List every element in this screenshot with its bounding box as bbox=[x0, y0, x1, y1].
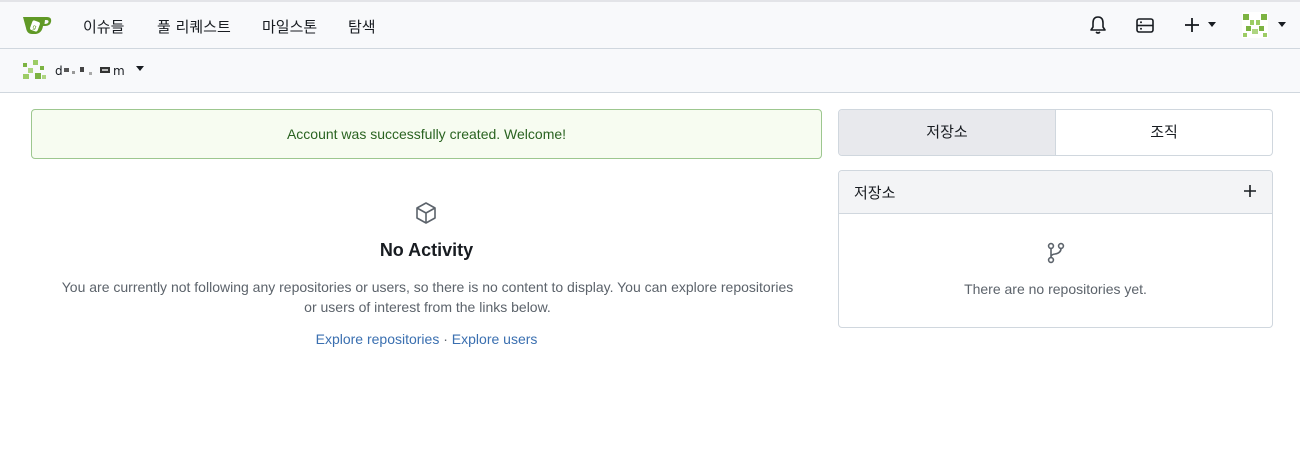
repository-box-title: 저장소 bbox=[854, 184, 896, 202]
empty-description: You are currently not following any repo… bbox=[61, 279, 794, 315]
link-separator: · bbox=[443, 331, 448, 347]
avatar[interactable] bbox=[1242, 12, 1268, 38]
server-icon[interactable] bbox=[1134, 14, 1156, 36]
user-name-obscured[interactable]: d m bbox=[55, 63, 127, 79]
repository-box-header: 저장소 bbox=[839, 171, 1272, 214]
gitea-logo-icon[interactable]: g bbox=[21, 13, 53, 37]
top-nav: g 이슈들 풀 리퀘스트 마일스톤 탐색 bbox=[0, 0, 1300, 49]
add-repository-icon[interactable] bbox=[1242, 183, 1258, 199]
svg-text:d: d bbox=[55, 64, 63, 78]
tab-organizations[interactable]: 조직 bbox=[1056, 110, 1272, 155]
explore-links: Explore repositories · Explore users bbox=[31, 331, 822, 347]
repository-empty-text: There are no repositories yet. bbox=[964, 281, 1147, 297]
explore-repositories-link[interactable]: Explore repositories bbox=[316, 331, 440, 347]
tab-repositories[interactable]: 저장소 bbox=[839, 110, 1056, 155]
plus-icon[interactable] bbox=[1181, 14, 1203, 36]
flash-success: Account was successfully created. Welcom… bbox=[31, 109, 822, 159]
package-icon bbox=[416, 202, 436, 224]
nav-milestones[interactable]: 마일스톤 bbox=[262, 16, 317, 37]
bell-icon[interactable] bbox=[1087, 14, 1109, 36]
nav-pull-requests[interactable]: 풀 리퀘스트 bbox=[157, 16, 231, 37]
context-bar: d m bbox=[0, 49, 1300, 93]
repository-box: 저장소 There are no repositories yet. bbox=[838, 170, 1273, 328]
chevron-down-icon[interactable] bbox=[1208, 22, 1216, 27]
context-dropdown-icon[interactable] bbox=[136, 66, 144, 71]
avatar[interactable] bbox=[23, 60, 47, 80]
nav-explore[interactable]: 탐색 bbox=[348, 16, 376, 37]
repo-forked-icon bbox=[1047, 242, 1065, 264]
chevron-down-icon[interactable] bbox=[1278, 22, 1286, 27]
nav-issues[interactable]: 이슈들 bbox=[83, 16, 124, 37]
svg-text:m: m bbox=[113, 64, 125, 78]
empty-title: No Activity bbox=[379, 240, 474, 260]
dashboard-tabs: 저장소 조직 bbox=[838, 109, 1273, 156]
explore-users-link[interactable]: Explore users bbox=[452, 331, 538, 347]
